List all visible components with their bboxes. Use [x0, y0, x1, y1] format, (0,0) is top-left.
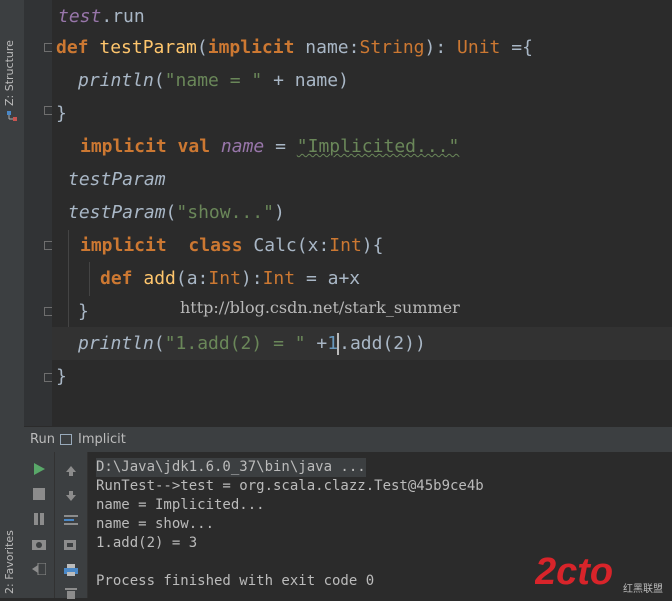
- wrap-icon[interactable]: [63, 512, 79, 528]
- console-line: 1.add(2) = 3: [96, 535, 198, 551]
- print-icon[interactable]: [63, 562, 79, 578]
- indent-guide: [89, 262, 90, 296]
- down-arrow-icon[interactable]: [63, 488, 79, 504]
- code-line-7: testParam("show..."): [68, 202, 285, 223]
- editor-gutter: [24, 0, 53, 426]
- code-line-4: }: [56, 103, 67, 124]
- logo-subtitle: 红黑联盟: [623, 582, 663, 594]
- favorites-tab[interactable]: 2: Favorites: [0, 490, 24, 598]
- run-toolbar-secondary: [55, 452, 88, 601]
- stop-icon[interactable]: [31, 486, 47, 502]
- console-line: name = show...: [96, 516, 215, 532]
- console-exit-line: Process finished with exit code 0: [96, 573, 375, 589]
- console-line: RunTest-->test = org.scala.clazz.Test@45…: [96, 478, 484, 494]
- indent-guide: [68, 230, 69, 330]
- structure-icon: [7, 111, 17, 121]
- code-line-11-current: println("1.add(2) = " +1.add(2)): [52, 327, 672, 360]
- code-line-5: implicit val name = "Implicited...": [80, 136, 460, 157]
- export-icon[interactable]: [63, 537, 79, 553]
- run-config-icon: [60, 434, 72, 445]
- code-line-2: def testParam(implicit name:String): Uni…: [56, 37, 533, 58]
- site-logo: 2cto 红黑联盟: [535, 551, 663, 594]
- favorites-tab-label: 2: Favorites: [3, 530, 16, 594]
- trash-icon[interactable]: [63, 585, 79, 601]
- code-line-12: }: [56, 366, 67, 387]
- run-panel-header: Run Implicit: [24, 426, 672, 454]
- code-line-9: def add(a:Int):Int = a+x: [100, 268, 361, 289]
- run-icon[interactable]: [31, 461, 47, 477]
- structure-tab[interactable]: Z: Structure: [0, 0, 24, 120]
- code-editor[interactable]: test.run def testParam(implicit name:Str…: [52, 0, 672, 426]
- pause-icon[interactable]: [31, 511, 47, 527]
- run-toolbar-primary: [24, 452, 55, 598]
- code-line-8: implicit class Calc(x:Int){: [80, 235, 384, 256]
- console-line: name = Implicited...: [96, 497, 265, 513]
- code-line-3: println("name = " + name): [78, 70, 349, 91]
- code-line-6: testParam: [68, 169, 166, 190]
- up-arrow-icon[interactable]: [63, 463, 79, 479]
- blog-watermark: http://blog.csdn.net/stark_summer: [180, 298, 460, 317]
- code-line-1: test.run: [58, 6, 145, 27]
- camera-icon[interactable]: [31, 536, 47, 552]
- run-config-tab[interactable]: Implicit: [78, 432, 126, 447]
- structure-tab-label: Z: Structure: [3, 40, 16, 106]
- run-panel-title: Run: [30, 432, 55, 447]
- console-command-line[interactable]: D:\Java\jdk1.6.0_37\bin\java ...: [96, 458, 366, 477]
- logo-brand: 2cto: [535, 551, 613, 593]
- left-tool-strip: Z: Structure 2: Favorites: [0, 0, 25, 598]
- code-line-10: }: [78, 301, 89, 322]
- exit-icon[interactable]: [31, 561, 47, 577]
